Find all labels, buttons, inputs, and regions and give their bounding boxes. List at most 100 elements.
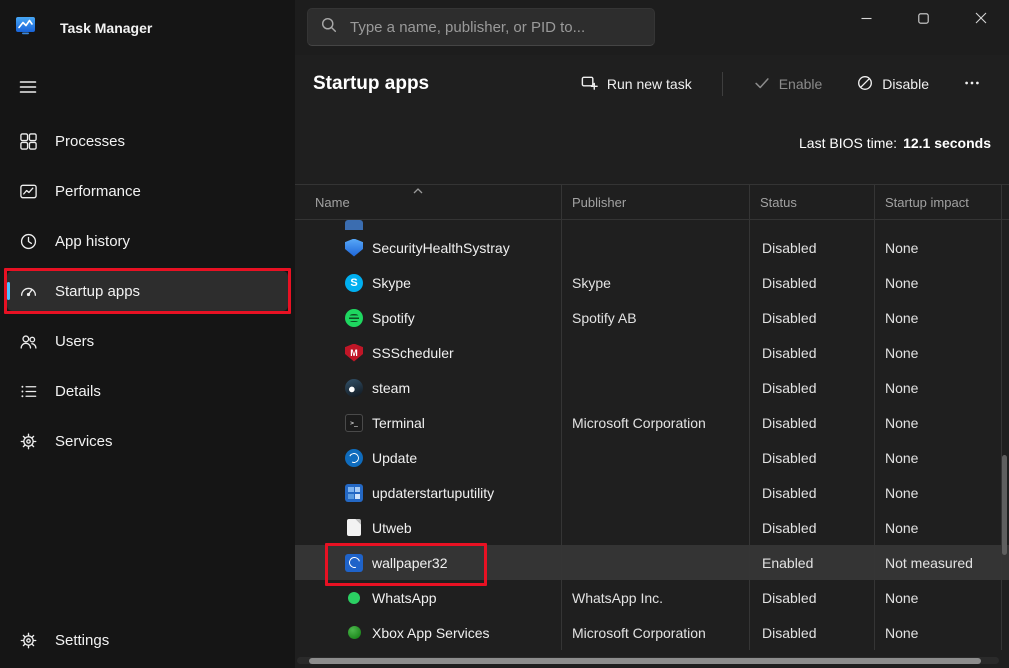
sidebar-item-details[interactable]: Details [7, 371, 288, 411]
impact-cell: None [875, 510, 1002, 545]
steam-icon [345, 379, 363, 397]
document-icon [347, 519, 361, 536]
table-row-whatsapp[interactable]: WhatsApp WhatsApp Inc. Disabled None [295, 580, 1009, 615]
vertical-scrollbar[interactable] [1002, 220, 1008, 660]
row-name: SSScheduler [372, 345, 454, 361]
status-cell: Disabled [750, 335, 875, 370]
sort-ascending-icon [413, 188, 423, 194]
sidebar: Processes Performance App history Startu… [0, 55, 295, 668]
table-row-steam[interactable]: steam Disabled None [295, 370, 1009, 405]
column-label: Publisher [572, 195, 626, 210]
publisher-cell: Microsoft Corporation [562, 615, 750, 650]
gear-icon [17, 631, 39, 650]
new-task-icon [580, 73, 599, 95]
row-name: Xbox App Services [372, 625, 490, 641]
menu-button[interactable] [6, 69, 50, 107]
sidebar-item-processes[interactable]: Processes [7, 121, 288, 161]
publisher-cell: Skype [562, 265, 750, 300]
block-icon [856, 74, 874, 95]
impact-cell: None [875, 475, 1002, 510]
app-history-icon [17, 232, 39, 251]
sidebar-item-app-history[interactable]: App history [7, 221, 288, 261]
sidebar-item-startup-apps[interactable]: Startup apps [7, 271, 288, 311]
startup-apps-table: Name Publisher Status Startup impact Sec… [295, 184, 1009, 650]
search-box[interactable] [307, 8, 655, 46]
impact-cell: None [875, 335, 1002, 370]
search-input[interactable] [350, 19, 642, 36]
status-cell: Disabled [750, 615, 875, 650]
last-bios-time: Last BIOS time:12.1 seconds [295, 135, 1009, 159]
shield-icon [345, 239, 363, 257]
horizontal-scrollbar[interactable] [297, 657, 999, 664]
sidebar-item-settings[interactable]: Settings [7, 620, 288, 660]
sidebar-item-performance[interactable]: Performance [7, 171, 288, 211]
status-cell: Disabled [750, 510, 875, 545]
publisher-cell: WhatsApp Inc. [562, 580, 750, 615]
minimize-button[interactable] [838, 0, 895, 36]
table-row-terminal[interactable]: >_ Terminal Microsoft Corporation Disabl… [295, 405, 1009, 440]
close-button[interactable] [952, 0, 1009, 36]
enable-button[interactable]: Enable [743, 67, 833, 102]
sidebar-item-label: App history [55, 233, 130, 250]
more-options-button[interactable] [953, 67, 991, 102]
impact-cell [875, 220, 1002, 230]
table-row-update[interactable]: Update Disabled None [295, 440, 1009, 475]
disable-button[interactable]: Disable [846, 67, 939, 102]
name-cell [295, 220, 562, 230]
row-name: Spotify [372, 310, 415, 326]
impact-cell: Not measured [875, 545, 1002, 580]
run-new-task-button[interactable]: Run new task [570, 66, 702, 102]
impact-cell: None [875, 265, 1002, 300]
search-icon [320, 16, 338, 39]
table-row-utweb[interactable]: Utweb Disabled None [295, 510, 1009, 545]
app-title: Task Manager [60, 20, 152, 36]
vertical-scrollbar-thumb[interactable] [1002, 455, 1007, 555]
column-header-impact[interactable]: Startup impact [875, 185, 1002, 219]
table-row-xbox-app-services[interactable]: Xbox App Services Microsoft Corporation … [295, 615, 1009, 650]
sidebar-item-users[interactable]: Users [7, 321, 288, 361]
publisher-cell [562, 370, 750, 405]
publisher-cell: Microsoft Corporation [562, 405, 750, 440]
table-row-securityhealthsystray[interactable]: SecurityHealthSystray Disabled None [295, 230, 1009, 265]
name-cell: Spotify [295, 300, 562, 335]
name-cell: >_ Terminal [295, 405, 562, 440]
column-label: Startup impact [885, 195, 969, 210]
table-row-wallpaper32[interactable]: wallpaper32 Enabled Not measured [295, 545, 1009, 580]
status-cell: Disabled [750, 475, 875, 510]
column-header-name[interactable]: Name [295, 185, 562, 219]
impact-cell: None [875, 440, 1002, 475]
table-row-updaterstartuputility[interactable]: updaterstartuputility Disabled None [295, 475, 1009, 510]
sidebar-item-label: Settings [55, 632, 109, 649]
main-panel: Startup apps Run new task Enable [295, 55, 1009, 668]
table-row-spotify[interactable]: Spotify Spotify AB Disabled None [295, 300, 1009, 335]
sidebar-item-label: Users [55, 333, 94, 350]
horizontal-scrollbar-thumb[interactable] [309, 658, 981, 664]
column-label: Status [760, 195, 797, 210]
table-header: Name Publisher Status Startup impact [295, 184, 1009, 220]
toolbar: Run new task Enable Disable [570, 66, 991, 102]
sidebar-item-services[interactable]: Services [7, 421, 288, 461]
name-cell: Xbox App Services [295, 615, 562, 650]
column-header-status[interactable]: Status [750, 185, 875, 219]
table-row-partial[interactable] [295, 220, 1009, 230]
name-cell: SecurityHealthSystray [295, 230, 562, 265]
sidebar-item-label: Services [55, 433, 113, 450]
maximize-button[interactable] [895, 0, 952, 36]
details-icon [17, 382, 39, 401]
sidebar-nav: Processes Performance App history Startu… [0, 121, 295, 461]
name-cell: Update [295, 440, 562, 475]
status-cell: Disabled [750, 440, 875, 475]
impact-cell: None [875, 405, 1002, 440]
column-header-publisher[interactable]: Publisher [562, 185, 750, 219]
table-row-skype[interactable]: S Skype Skype Disabled None [295, 265, 1009, 300]
skype-icon: S [345, 274, 363, 292]
accent-bar [7, 282, 10, 300]
sidebar-item-label: Startup apps [55, 283, 140, 300]
row-name: Skype [372, 275, 411, 291]
sidebar-item-label: Details [55, 383, 101, 400]
table-row-ssscheduler[interactable]: M SSScheduler Disabled None [295, 335, 1009, 370]
impact-cell: None [875, 230, 1002, 265]
row-name: updaterstartuputility [372, 485, 494, 501]
enable-label: Enable [779, 76, 823, 92]
whatsapp-icon [348, 592, 360, 604]
